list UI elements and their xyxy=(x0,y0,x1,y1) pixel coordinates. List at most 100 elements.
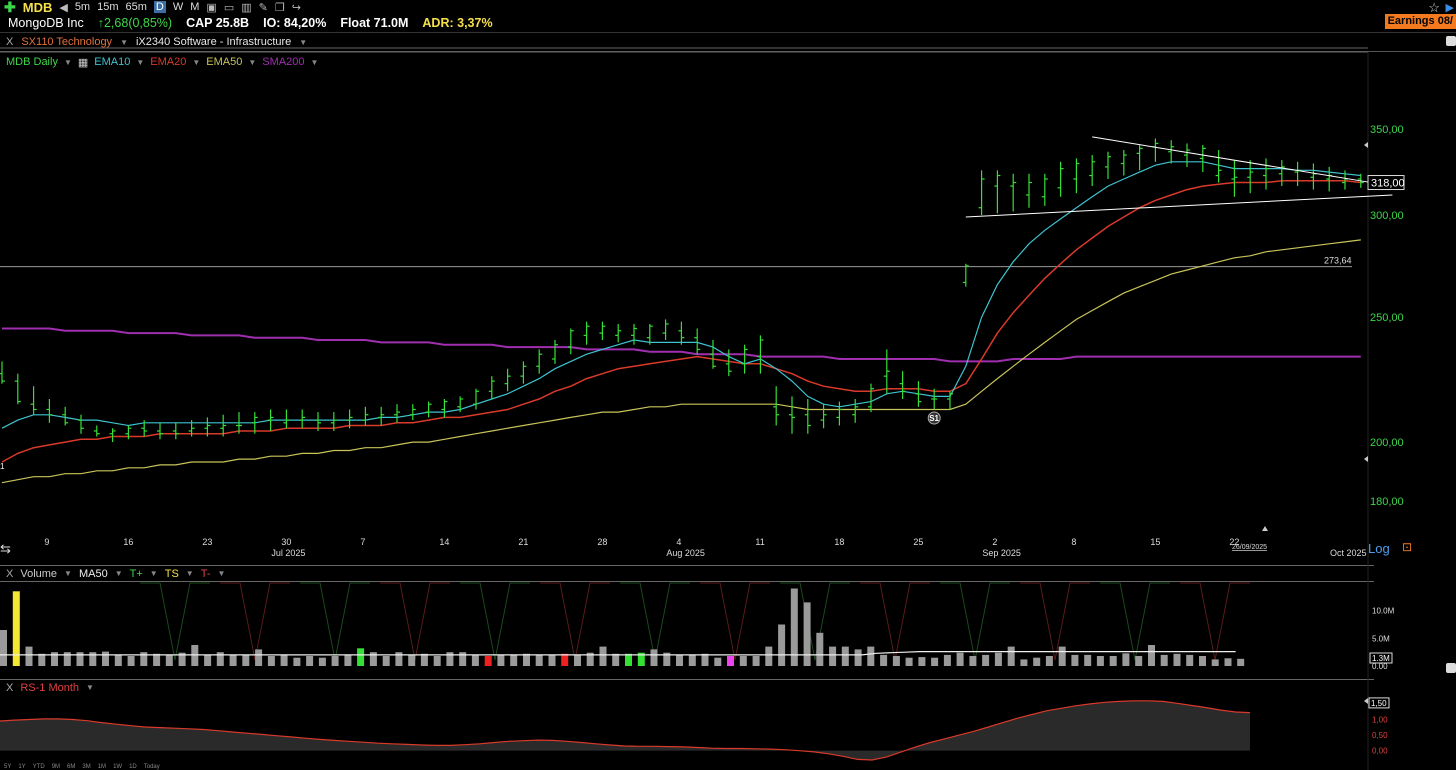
volume-bar xyxy=(25,646,33,666)
ohlc-bar xyxy=(599,321,606,341)
ohlc-bar xyxy=(283,409,290,429)
ohlc-bar xyxy=(662,319,669,341)
volume-bar xyxy=(956,652,964,666)
volume-bar xyxy=(102,651,109,666)
volume-bar xyxy=(484,656,492,666)
price-axis-label: 300,00 xyxy=(1370,210,1404,222)
ohlc-bar xyxy=(1152,138,1159,162)
volume-bar xyxy=(727,656,734,666)
ohlc-bar xyxy=(1215,150,1222,183)
volume-bar xyxy=(63,652,71,666)
volume-bar xyxy=(612,653,620,666)
ohlc-bar xyxy=(1310,163,1317,190)
volume-bar xyxy=(1211,659,1219,666)
volume-bar xyxy=(153,653,161,666)
volume-bar xyxy=(306,656,314,666)
price-axis-label: 250,00 xyxy=(1370,312,1404,324)
month-tick-label: Oct 2025 xyxy=(1330,548,1367,558)
ohlc-bar xyxy=(978,170,985,216)
volume-bar xyxy=(701,653,709,666)
volume-bar xyxy=(229,654,237,666)
ohlc-bar xyxy=(1010,173,1017,212)
volume-bar xyxy=(1199,656,1206,666)
volume-bar xyxy=(369,652,377,666)
volume-bar xyxy=(803,602,811,666)
ohlc-bar xyxy=(1231,160,1238,197)
volume-bar xyxy=(344,654,352,666)
volume-bar xyxy=(841,646,849,666)
ohlc-bar xyxy=(14,373,21,405)
ohlc-bar xyxy=(1089,155,1096,187)
ema10-line xyxy=(1,161,1361,429)
ohlc-bar xyxy=(488,376,495,399)
signal-zigzag xyxy=(220,582,290,661)
volume-bar xyxy=(242,654,250,666)
ohlc-bar xyxy=(1026,173,1032,208)
ohlc-bar xyxy=(1073,158,1080,194)
volume-bar xyxy=(0,630,7,666)
date-tick-label: 7 xyxy=(360,537,365,547)
ohlc-bar xyxy=(1184,143,1190,167)
volume-bar xyxy=(867,646,875,666)
ohlc-bar xyxy=(1136,145,1143,171)
date-tick-label: 23 xyxy=(202,537,212,547)
date-tick-label: 28 xyxy=(597,537,607,547)
volume-bar xyxy=(76,652,84,666)
volume-bar xyxy=(994,652,1002,666)
triangle-upper-line xyxy=(1092,136,1393,187)
volume-bar xyxy=(1007,646,1015,666)
signal-zigzag xyxy=(380,582,450,661)
ohlc-bar xyxy=(883,349,890,394)
volume-bar xyxy=(395,652,403,666)
volume-bar xyxy=(1045,656,1053,666)
volume-bar xyxy=(650,649,658,666)
volume-last-label: 1.3M xyxy=(1372,654,1390,663)
ohlc-bar xyxy=(109,428,116,443)
month-tick-label: Aug 2025 xyxy=(666,548,705,558)
volume-bar xyxy=(267,656,275,666)
volume-bar xyxy=(497,654,505,666)
rs-axis-label: 0,00 xyxy=(1372,747,1388,756)
ohlc-bar xyxy=(157,422,163,440)
ohlc-bar xyxy=(820,404,827,429)
volume-bar xyxy=(969,656,977,666)
volume-bar xyxy=(1237,658,1245,666)
signal-zigzag xyxy=(1100,582,1170,661)
date-tick-label: 18 xyxy=(834,537,844,547)
ohlc-bar xyxy=(899,371,906,399)
volume-bar xyxy=(739,656,747,666)
ohlc-bar xyxy=(1168,140,1175,164)
volume-bar xyxy=(446,652,454,666)
rs-area xyxy=(0,700,1250,760)
ohlc-bar xyxy=(962,263,969,287)
horizontal-level-label: 273,64 xyxy=(1324,256,1352,266)
volume-bar xyxy=(89,652,97,666)
signal-zigzag xyxy=(940,582,1010,661)
ohlc-bar xyxy=(947,391,953,410)
volume-bar xyxy=(280,654,288,666)
price-chart[interactable]: 273,64S11350,00300,00250,00200,00180,003… xyxy=(0,0,1456,770)
volume-bar xyxy=(892,656,900,666)
volume-bar xyxy=(357,648,365,666)
signal-zigzag xyxy=(780,582,850,661)
volume-bar xyxy=(854,649,862,666)
date-tick-label: 15 xyxy=(1150,537,1160,547)
volume-bar xyxy=(561,653,569,666)
volume-bar xyxy=(408,654,416,666)
volume-bar xyxy=(880,654,888,666)
volume-bar xyxy=(1173,653,1181,666)
ohlc-bar xyxy=(773,386,780,426)
volume-bar xyxy=(382,656,390,666)
first-bar-marker: 1 xyxy=(0,462,5,471)
pan-icon: ⇆ xyxy=(0,541,11,556)
volume-bar xyxy=(1058,646,1066,666)
scroll-up-arrow xyxy=(1364,142,1368,148)
ohlc-bar xyxy=(868,383,874,413)
volume-bar xyxy=(1033,657,1041,666)
ohlc-bar xyxy=(567,328,574,355)
ohlc-bar xyxy=(536,349,543,374)
volume-bar xyxy=(38,653,46,666)
volume-bar xyxy=(114,654,122,666)
rs-axis-label: 1,00 xyxy=(1372,715,1388,724)
ohlc-bar xyxy=(615,323,622,343)
